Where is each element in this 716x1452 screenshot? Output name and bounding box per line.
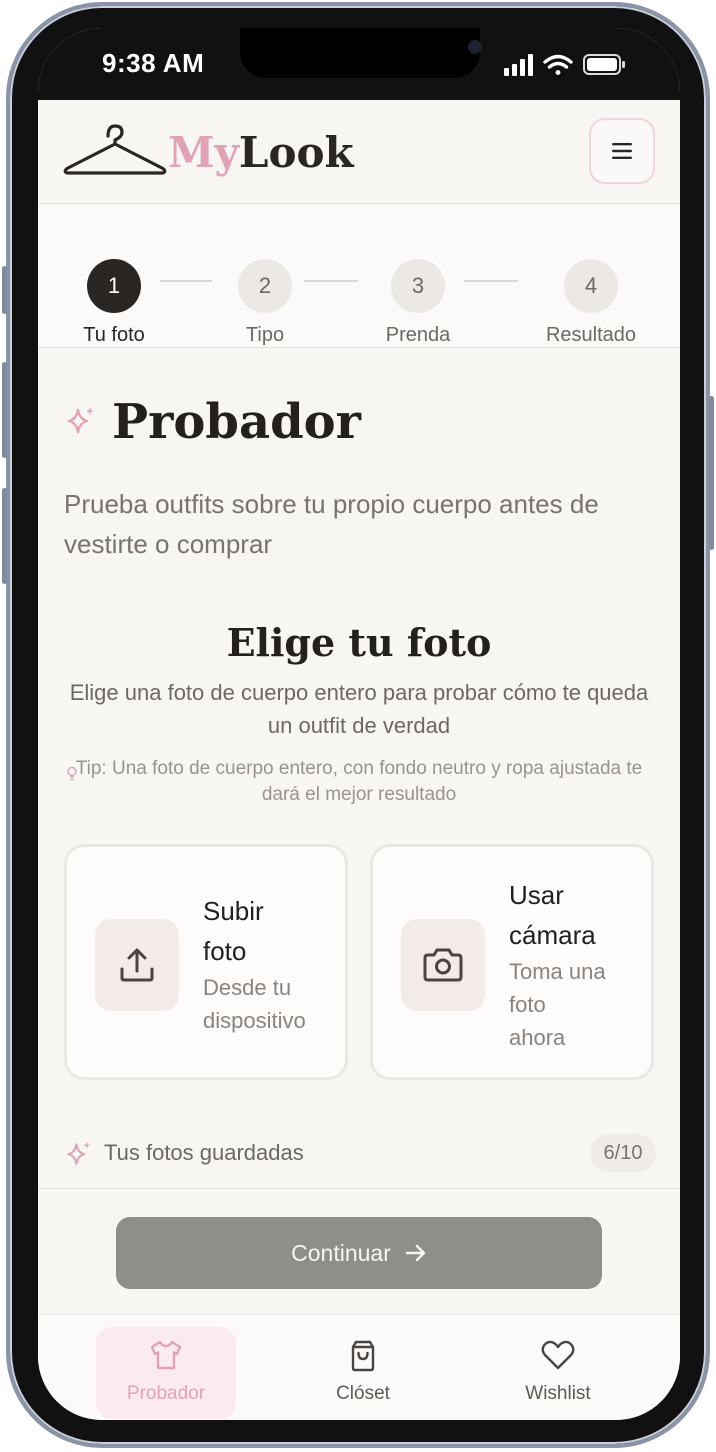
step-connector	[304, 280, 358, 282]
sparkles-icon	[67, 1141, 91, 1165]
step-4-circle[interactable]: 4	[564, 259, 618, 313]
use-camera-card[interactable]: Usar cámara Toma una foto ahora	[370, 844, 654, 1080]
camera-title-line2: cámara	[509, 920, 596, 950]
step-1-label: Tu foto	[83, 324, 145, 346]
power-button	[709, 396, 714, 550]
status-time: 9:38 AM	[102, 48, 205, 78]
mute-switch	[2, 266, 7, 314]
camera-icon	[423, 948, 463, 982]
volume-up-button	[2, 362, 7, 458]
step-1-circle[interactable]: 1	[87, 259, 141, 313]
tshirt-icon	[150, 1340, 182, 1370]
heart-icon	[541, 1340, 575, 1370]
step-2-circle[interactable]: 2	[238, 259, 292, 313]
page-title-row: Probador	[64, 394, 361, 450]
page-title: Probador	[112, 394, 361, 450]
step-connector	[160, 280, 212, 282]
upload-title-line2: foto	[203, 936, 247, 966]
cellular-signal-icon	[504, 54, 533, 76]
app-header: MyLook	[38, 100, 680, 204]
bag-icon	[351, 1340, 375, 1372]
continue-label: Continuar	[291, 1239, 391, 1266]
screen: 9:38 AM MyLook 1 Tu foto 2 Tipo 3 Prenda…	[38, 28, 680, 1420]
tab-closet-label: Clóset	[336, 1383, 390, 1404]
section-title: Elige tu foto	[226, 620, 492, 665]
tab-probador[interactable]: Probador	[96, 1327, 236, 1419]
footer-bar: Continuar	[38, 1188, 680, 1314]
tip-text: Tip: Una foto de cuerpo entero, con fond…	[75, 758, 643, 805]
status-icons	[504, 54, 625, 76]
upload-title-line1: Subir	[203, 896, 264, 926]
arrow-right-icon	[405, 1244, 426, 1262]
camera-title-line1: Usar	[509, 880, 564, 910]
page-subtitle: Prueba outfits sobre tu propio cuerpo an…	[64, 489, 599, 559]
volume-down-button	[2, 488, 7, 584]
camera-sub-line2: foto	[509, 992, 546, 1017]
tab-probador-label: Probador	[126, 1383, 206, 1404]
notch	[240, 28, 482, 78]
hanger-logo-icon	[63, 124, 167, 175]
camera-sub-line3: ahora	[509, 1025, 566, 1050]
upload-photo-card[interactable]: Subir foto Desde tu dispositivo	[64, 844, 348, 1080]
step-3-label: Prenda	[385, 324, 451, 346]
upload-icon-box	[95, 919, 179, 1011]
upload-icon	[120, 948, 154, 982]
brand-logo-text: MyLook	[168, 128, 354, 177]
status-bar: 9:38 AM	[38, 28, 680, 100]
step-4-label: Resultado	[545, 324, 637, 346]
camera-icon-box	[401, 919, 485, 1011]
sparkles-icon	[67, 407, 94, 434]
saved-photos-count: 6/10	[590, 1134, 656, 1172]
tab-wishlist-label: Wishlist	[525, 1383, 591, 1404]
wifi-icon	[543, 54, 573, 75]
continue-button[interactable]: Continuar	[116, 1217, 602, 1289]
camera-sub-line1: Toma una	[509, 959, 606, 984]
battery-icon	[583, 54, 625, 75]
step-3-circle[interactable]: 3	[391, 259, 445, 313]
section-description: Elige una foto de cuerpo entero para pro…	[69, 680, 649, 738]
brand-look: Look	[238, 128, 354, 177]
tab-closet[interactable]: Clóset	[293, 1327, 433, 1419]
upload-sub-line2: dispositivo	[203, 1008, 306, 1033]
step-connector	[464, 280, 518, 282]
front-camera	[468, 40, 482, 54]
tab-wishlist[interactable]: Wishlist	[488, 1327, 628, 1419]
stepper: 1 Tu foto 2 Tipo 3 Prenda 4 Resultado	[38, 204, 680, 348]
menu-button[interactable]	[589, 118, 655, 184]
bottom-tab-bar: Probador Clóset Wishlist	[38, 1314, 680, 1420]
saved-photos-label: Tus fotos guardadas	[104, 1140, 304, 1165]
upload-sub-line1: Desde tu	[203, 975, 292, 1000]
brand-my: My	[168, 128, 239, 177]
main-content: Probador Prueba outfits sobre tu propio …	[38, 348, 680, 1208]
saved-photos-header: Tus fotos guardadas 6/10	[64, 1134, 656, 1174]
step-2-label: Tipo	[245, 324, 285, 346]
hamburger-icon	[612, 143, 632, 159]
